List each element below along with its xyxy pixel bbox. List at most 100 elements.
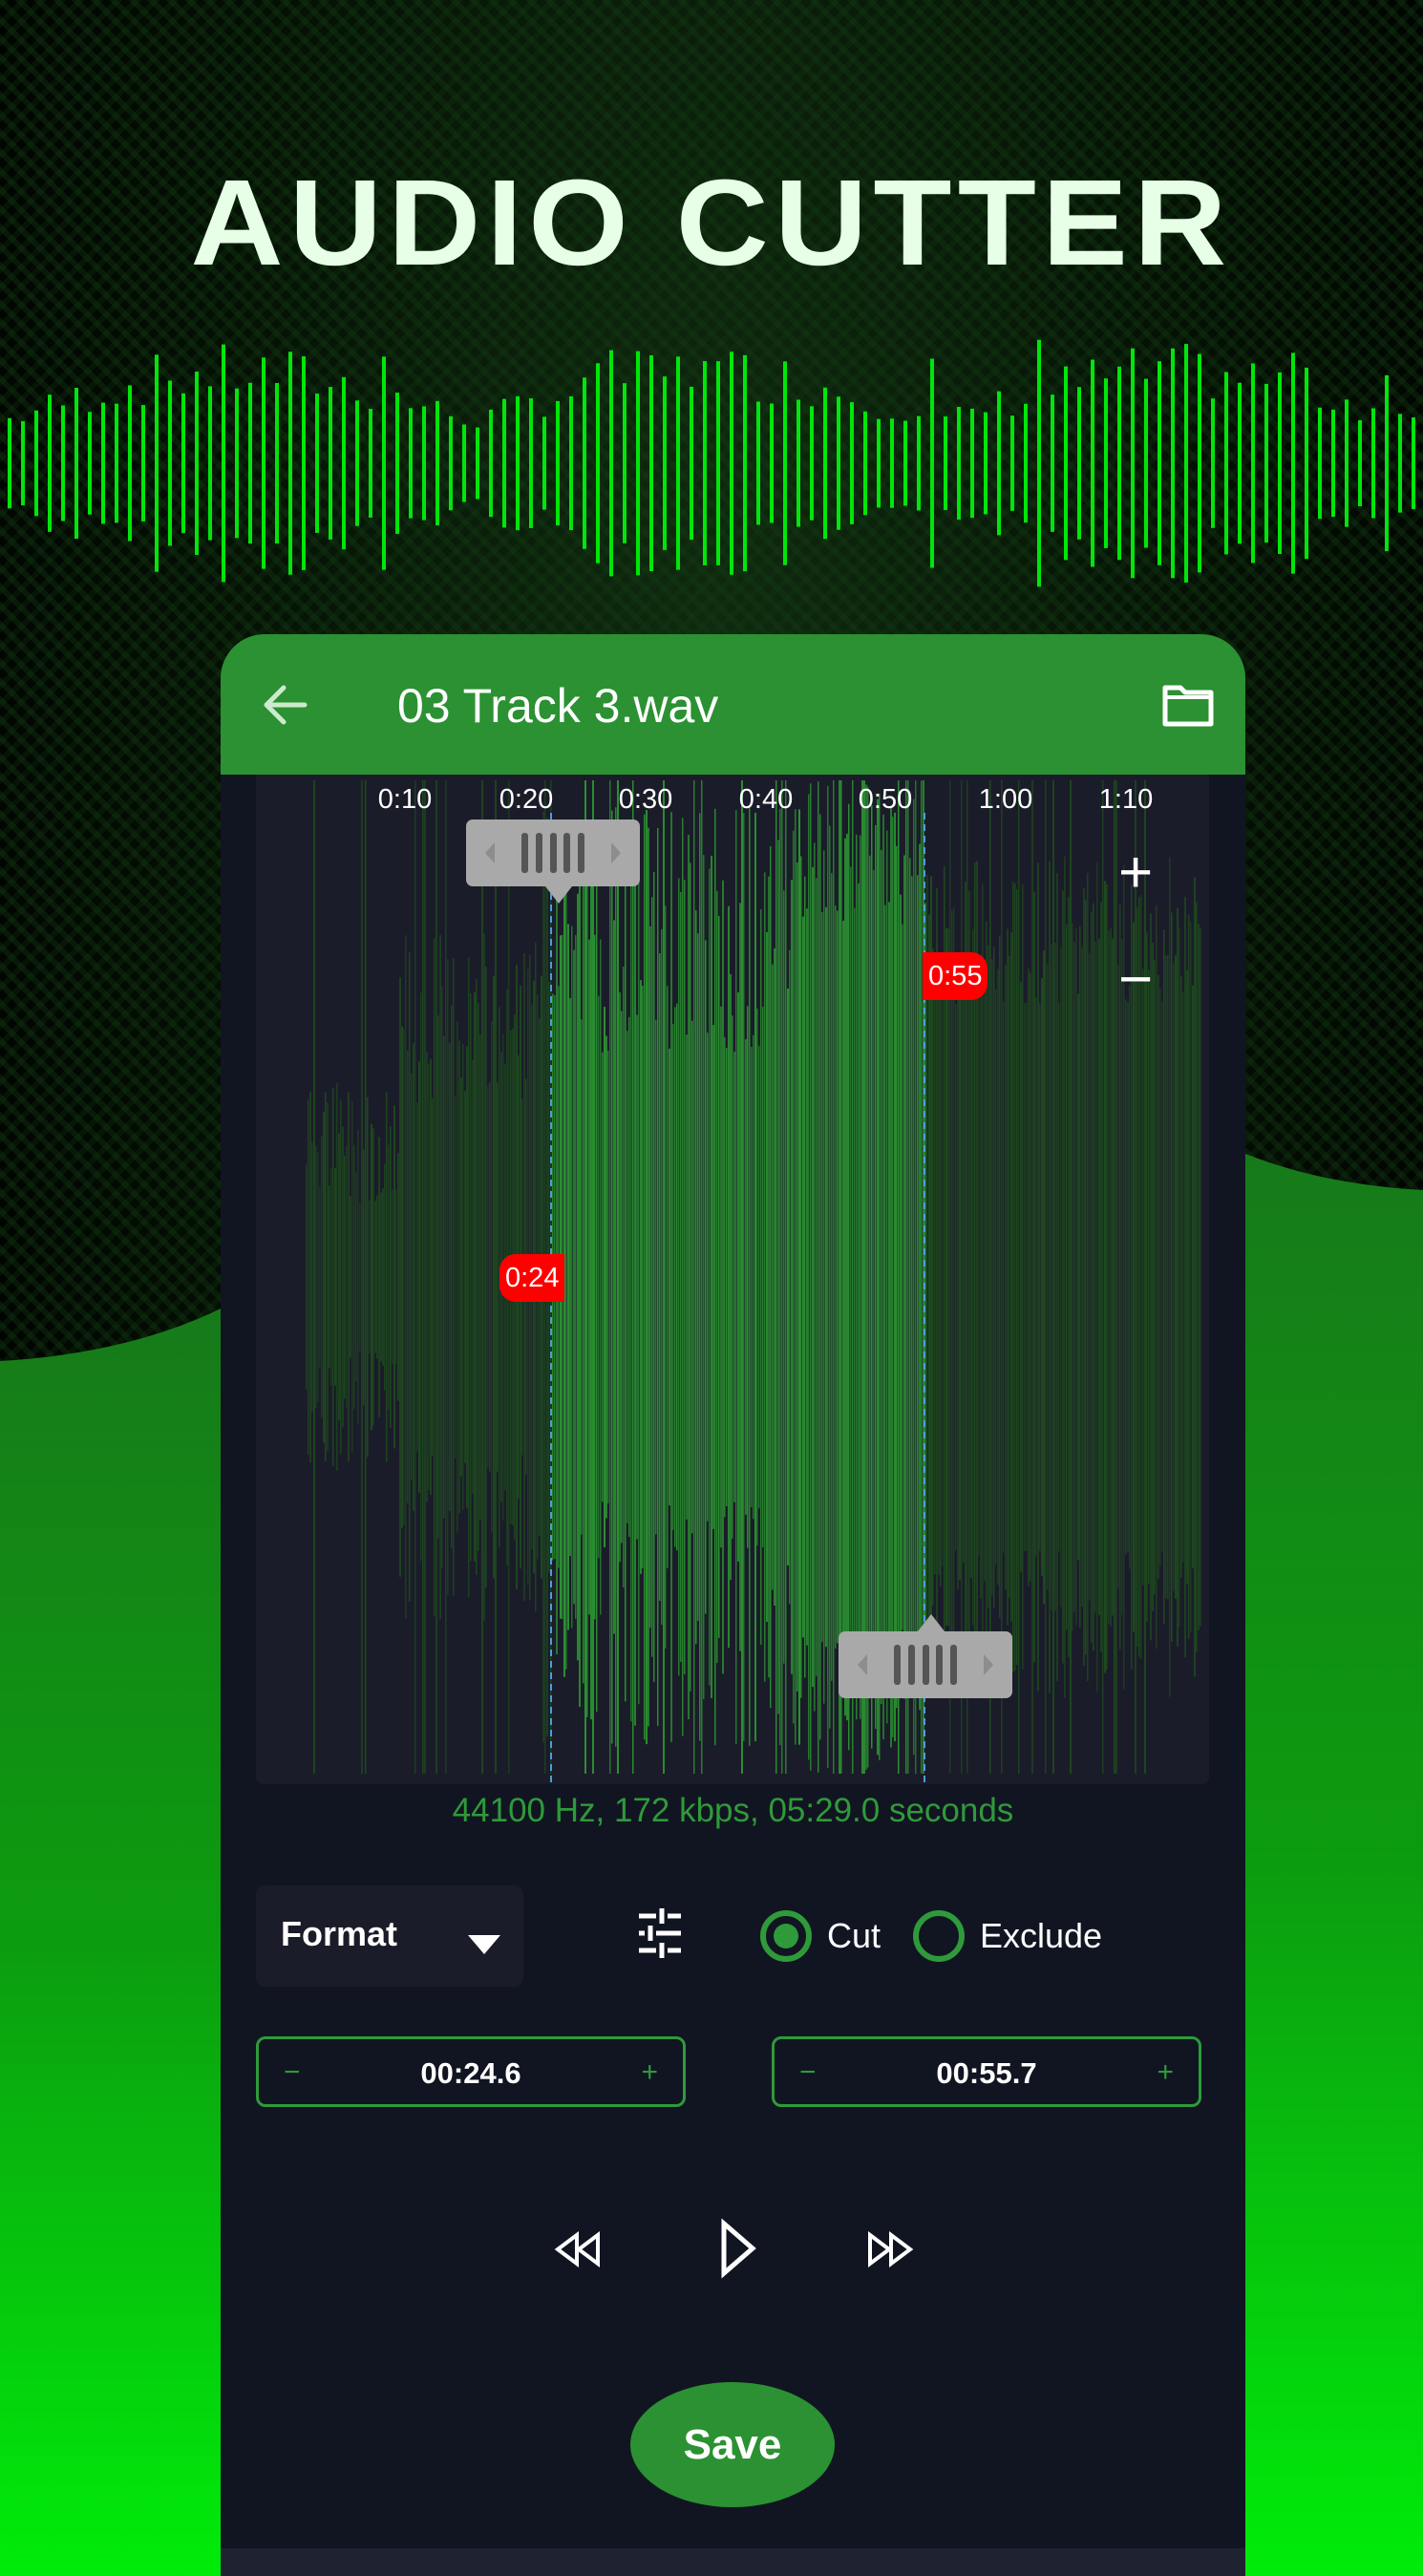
waveform-sample: [795, 809, 796, 1745]
start-drag-handle[interactable]: [466, 820, 640, 904]
promo-wave-bar: [903, 420, 907, 506]
waveform-sample: [902, 924, 903, 1630]
sliders-icon: [639, 1908, 681, 1958]
waveform-editor[interactable]: 0:10 0:20 0:30 0:40 0:50 1:00 1:10 + − 0…: [256, 775, 1209, 1784]
promo-wave-bar: [516, 395, 520, 531]
waveform-sample: [428, 1063, 430, 1491]
waveform-sample: [1022, 884, 1024, 1670]
waveform-sample: [1068, 897, 1070, 1657]
waveform-sample: [1167, 954, 1169, 1600]
waveform-sample: [1073, 942, 1075, 1612]
waveform-sample: [940, 968, 942, 1586]
promo-wave-bar: [435, 400, 439, 526]
promo-wave-bar: [195, 372, 199, 555]
rewind-button[interactable]: [545, 2216, 612, 2283]
waveform-sample: [411, 1074, 413, 1480]
waveform-sample: [816, 878, 818, 1676]
waveform-sample: [1112, 938, 1114, 1616]
promo-wave-bar: [623, 383, 627, 543]
waveform-sample: [1173, 963, 1175, 1591]
waveform-sample: [835, 905, 837, 1649]
waveform-sample: [573, 949, 575, 1605]
waveform-sample: [478, 1003, 479, 1551]
waveform-sample: [712, 1025, 714, 1529]
promo-wave-bar: [716, 361, 720, 565]
waveform-sample: [462, 1044, 464, 1510]
waveform-sample: [993, 946, 995, 1608]
waveform-sample: [865, 784, 867, 1770]
waveform-sample: [1163, 929, 1165, 1625]
zoom-out-button[interactable]: −: [1118, 950, 1153, 1010]
promo-wave-bar: [596, 363, 600, 564]
waveform-sample: [311, 1141, 313, 1413]
promo-wave-bar: [288, 351, 292, 575]
fast-forward-button[interactable]: [856, 2216, 923, 2283]
waveform-sample: [1114, 780, 1115, 1774]
format-dropdown[interactable]: Format: [256, 1885, 523, 1987]
waveform-sample: [760, 908, 762, 1646]
play-button[interactable]: [698, 2210, 775, 2287]
waveform-sample: [1089, 953, 1091, 1601]
promo-wave-bar: [649, 354, 653, 572]
increment-start-button[interactable]: +: [641, 2056, 658, 2089]
app-screen: 03 Track 3.wav 0:10 0:20 0:30 0:40 0:50 …: [221, 634, 1245, 2576]
waveform-sample: [1014, 883, 1016, 1671]
chevron-left-icon: [485, 842, 495, 863]
waveform-sample: [1133, 922, 1135, 1632]
waveform-sample: [869, 855, 871, 1699]
waveform-sample: [1125, 999, 1127, 1555]
waveform-sample: [399, 977, 401, 1577]
time-tick: 0:50: [858, 784, 913, 815]
promo-wave-bar: [823, 387, 827, 540]
waveform-sample: [938, 979, 940, 1575]
promo-wave-bar: [168, 380, 172, 546]
end-drag-handle[interactable]: [839, 1614, 1012, 1698]
handle-pointer: [918, 1614, 945, 1631]
rewind-icon: [554, 2231, 600, 2267]
settings-button[interactable]: [631, 1905, 689, 1962]
waveform-sample: [695, 910, 697, 1644]
waveform-sample: [909, 858, 911, 1696]
bottom-bar: [221, 2548, 1245, 2576]
waveform-sample: [995, 990, 997, 1565]
waveform-sample: [669, 1048, 670, 1506]
waveform-sample: [457, 1021, 458, 1533]
waveform-sample: [724, 1036, 726, 1518]
waveform-sample: [1188, 915, 1190, 1639]
increment-end-button[interactable]: +: [1157, 2056, 1174, 2089]
time-tick: 0:20: [499, 784, 554, 815]
waveform-sample: [913, 798, 915, 1756]
waveform-sample: [882, 814, 884, 1740]
waveform-sample: [1077, 993, 1079, 1561]
start-time-value[interactable]: 00:24.6: [259, 2056, 683, 2091]
waveform-sample: [306, 1164, 308, 1390]
waveform-sample: [1093, 903, 1094, 1651]
save-button[interactable]: Save: [630, 2382, 835, 2507]
promo-wave-bar: [1037, 339, 1041, 587]
radio-cut[interactable]: Cut: [760, 1908, 881, 1964]
promo-wave-bar: [1291, 352, 1295, 574]
open-folder-button[interactable]: [1159, 680, 1217, 730]
zoom-in-button[interactable]: +: [1118, 843, 1153, 903]
waveform-sample: [667, 986, 669, 1568]
waveform-sample: [953, 906, 955, 1648]
end-time-value[interactable]: 00:55.7: [775, 2056, 1199, 2091]
waveform-sample: [915, 780, 917, 1774]
waveform-sample: [581, 1019, 583, 1535]
promo-wave-bar: [756, 401, 760, 525]
waveform-sample: [439, 934, 441, 1620]
waveform-sample: [638, 849, 640, 1705]
promo-wave-bar: [302, 356, 306, 570]
back-button[interactable]: [259, 680, 316, 730]
waveform-sample: [466, 1046, 468, 1508]
promo-wave-bar: [970, 408, 974, 519]
waveform-sample: [355, 1172, 357, 1382]
play-icon: [721, 2218, 756, 2279]
waveform-sample: [657, 827, 659, 1727]
waveform-sample: [888, 902, 890, 1652]
waveform-sample: [615, 807, 617, 1747]
radio-exclude[interactable]: Exclude: [913, 1908, 1102, 1964]
waveform-sample: [323, 1111, 325, 1443]
promo-wave-bar: [382, 356, 386, 570]
waveform-sample: [881, 849, 882, 1705]
